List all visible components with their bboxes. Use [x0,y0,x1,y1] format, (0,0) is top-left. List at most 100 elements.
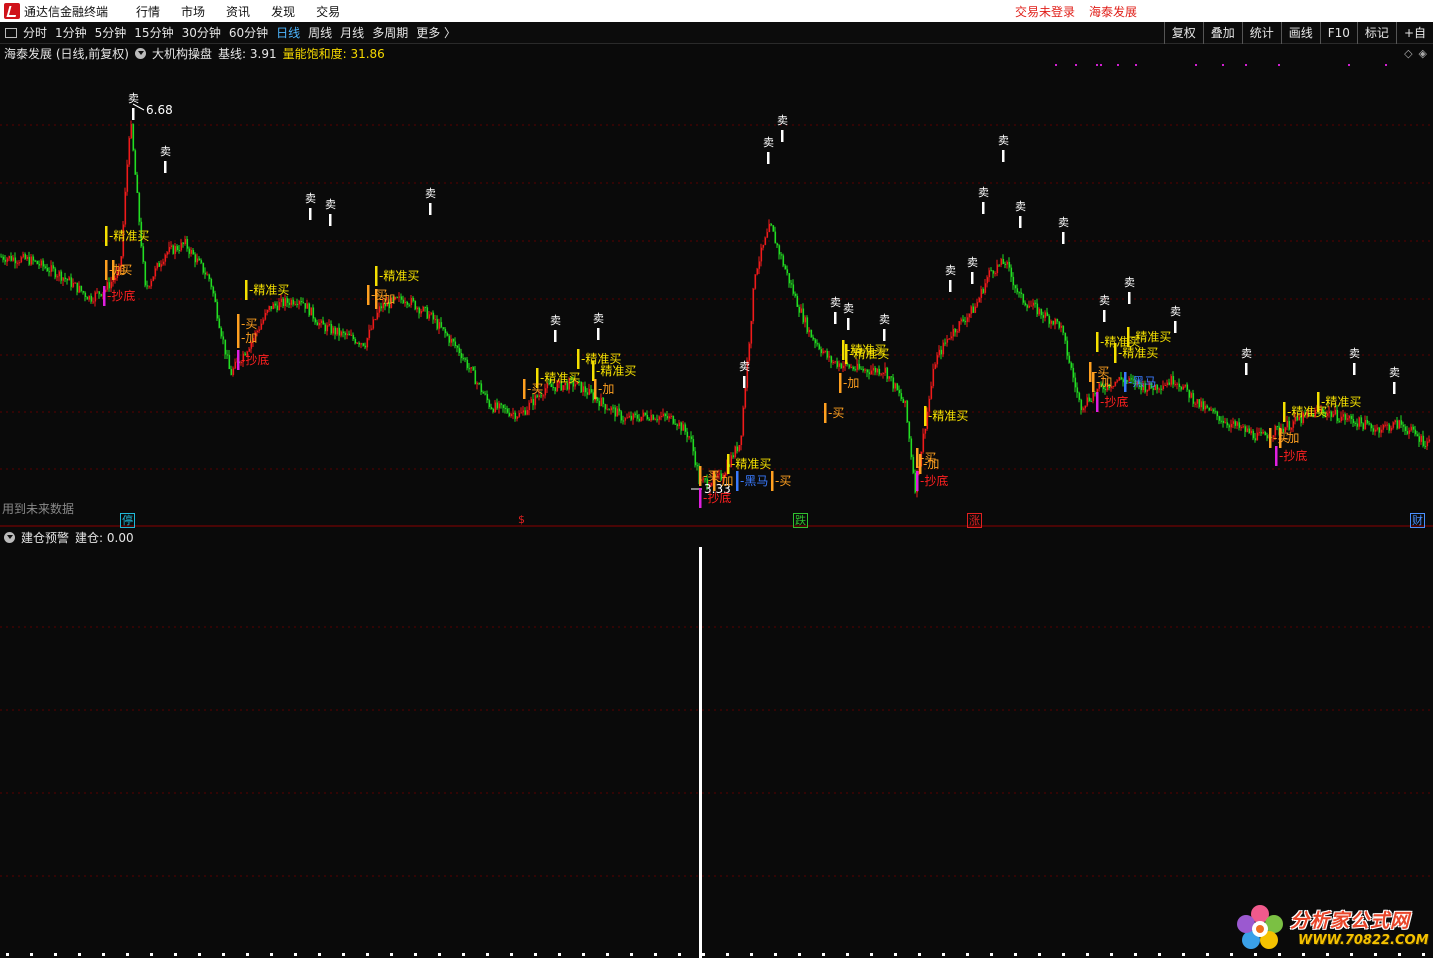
sub-indicator-name[interactable]: 建仓预警 [21,529,69,546]
candle-body [960,319,963,322]
candle-body [410,297,413,305]
period-60min[interactable]: 60分钟 [229,24,268,41]
sell-signal-label: 卖 [325,198,336,211]
candle-body [334,327,337,335]
candle-body [648,418,651,421]
marker-halt[interactable]: 停 [120,513,135,528]
candle-body [16,262,19,264]
period-intraday[interactable]: 分时 [23,24,47,41]
menu-trade[interactable]: 交易 [316,3,340,20]
period-1min[interactable]: 1分钟 [55,24,87,41]
candle-body [824,350,827,352]
tool-overlay-button[interactable]: 叠加 [1202,22,1242,44]
sub-indicator-value: 建仓: 0.00 [75,530,134,545]
tool-adjust-button[interactable]: 复权 [1163,22,1203,44]
period-more[interactable]: 更多 〉 [416,24,456,41]
tool-custom-button[interactable]: +自 [1395,22,1433,44]
baseline-tick [1110,953,1113,956]
candle-body [832,361,835,363]
candle-body [1230,423,1233,428]
menu-market[interactable]: 市场 [181,3,205,20]
marker-dollar[interactable]: $ [517,513,526,526]
precise_buy-signal-label: -精准买 [1131,330,1171,344]
menu-news[interactable]: 资讯 [226,3,250,20]
diamond-icon[interactable]: ◇ [1404,47,1412,60]
marker-finance[interactable]: 财 [1410,513,1425,528]
candle-body [72,283,75,287]
period-5min[interactable]: 5分钟 [95,24,127,41]
marker-fall[interactable]: 跌 [793,513,808,528]
candle-body [208,274,211,279]
panel-toggle-icon[interactable] [5,27,17,38]
period-30min[interactable]: 30分钟 [182,24,221,41]
sub-indicator-dropdown-icon[interactable] [4,531,15,543]
candle-body [1234,421,1237,426]
tool-stats-button[interactable]: 统计 [1241,22,1281,44]
candle-body [794,293,797,296]
candle-body [266,309,269,313]
candle-body [792,284,795,294]
tool-f10-button[interactable]: F10 [1319,22,1357,44]
candle-body [544,388,547,396]
indicator-dropdown-icon[interactable] [135,47,146,59]
candle-body [1086,397,1089,406]
candle-body [1020,292,1023,294]
candle-body [534,395,537,406]
marker-rise[interactable]: 涨 [967,513,982,528]
candle-body [458,347,461,354]
candle-body [802,308,805,323]
candle-body [776,243,779,246]
main-kline-chart[interactable]: 6.683.33卖卖卖 卖卖卖 卖卖卖卖卖 卖卖卖卖卖卖卖卖卖卖卖卖 卖卖-精准买-加-… [0,44,1433,527]
candle-body [1022,293,1025,303]
menu-discover[interactable]: 发现 [271,3,295,20]
period-15min[interactable]: 15分钟 [134,24,173,41]
candle-body [182,242,185,244]
tool-mark-button[interactable]: 标记 [1356,22,1396,44]
baseline-tick [414,953,417,956]
candle-body [302,302,305,304]
candle-body [1072,367,1075,378]
top-tick-3 [1100,64,1102,66]
bottom-signal-label: -抄底 [107,288,135,303]
watermark-url: WWW.70822.COM [1298,933,1429,948]
sub-indicator-chart[interactable] [0,527,1433,958]
tool-draw-button[interactable]: 画线 [1280,22,1320,44]
add-signal-label: -买 [116,263,132,277]
indicator-name[interactable]: 大机构操盘 [152,45,212,62]
period-daily[interactable]: 日线 [276,24,300,41]
candle-body [742,407,745,436]
precise_buy-signal-label: -精准买 [596,364,636,378]
candle-body [616,408,619,417]
candle-body [370,328,373,330]
top-tick-0 [1055,64,1057,66]
baseline-tick [942,953,945,956]
bottom-signal-bar [916,471,919,491]
candle-body [610,407,613,411]
baseline-tick [606,953,609,956]
period-monthly[interactable]: 月线 [340,24,364,41]
watermark: 分析家公式网 WWW.70822.COM [1232,900,1432,956]
candle-body [372,319,375,329]
candle-body [1006,261,1009,265]
period-weekly[interactable]: 周线 [308,24,332,41]
candle-body [810,329,813,338]
candle-body [294,303,297,305]
candle-body [1164,384,1167,386]
candle-body [178,250,181,252]
candle-body [138,192,141,222]
sell-signal-label: 卖 [160,145,171,158]
candle-body [288,302,291,305]
settings-diamond-icon[interactable]: ◈ [1419,47,1427,60]
precise_buy-signal-label: -精准买 [540,371,580,385]
period-multi[interactable]: 多周期 [372,24,408,41]
candle-body [1214,411,1217,413]
candle-body [446,333,449,336]
candle-body [1166,382,1169,385]
menu-quotes[interactable]: 行情 [136,3,160,20]
candle-body [976,302,979,307]
candle-body [978,297,981,303]
candle-body [362,343,365,346]
candle-body [492,408,495,413]
login-status-link[interactable]: 交易未登录 [1015,3,1075,20]
candle-body [472,367,475,371]
